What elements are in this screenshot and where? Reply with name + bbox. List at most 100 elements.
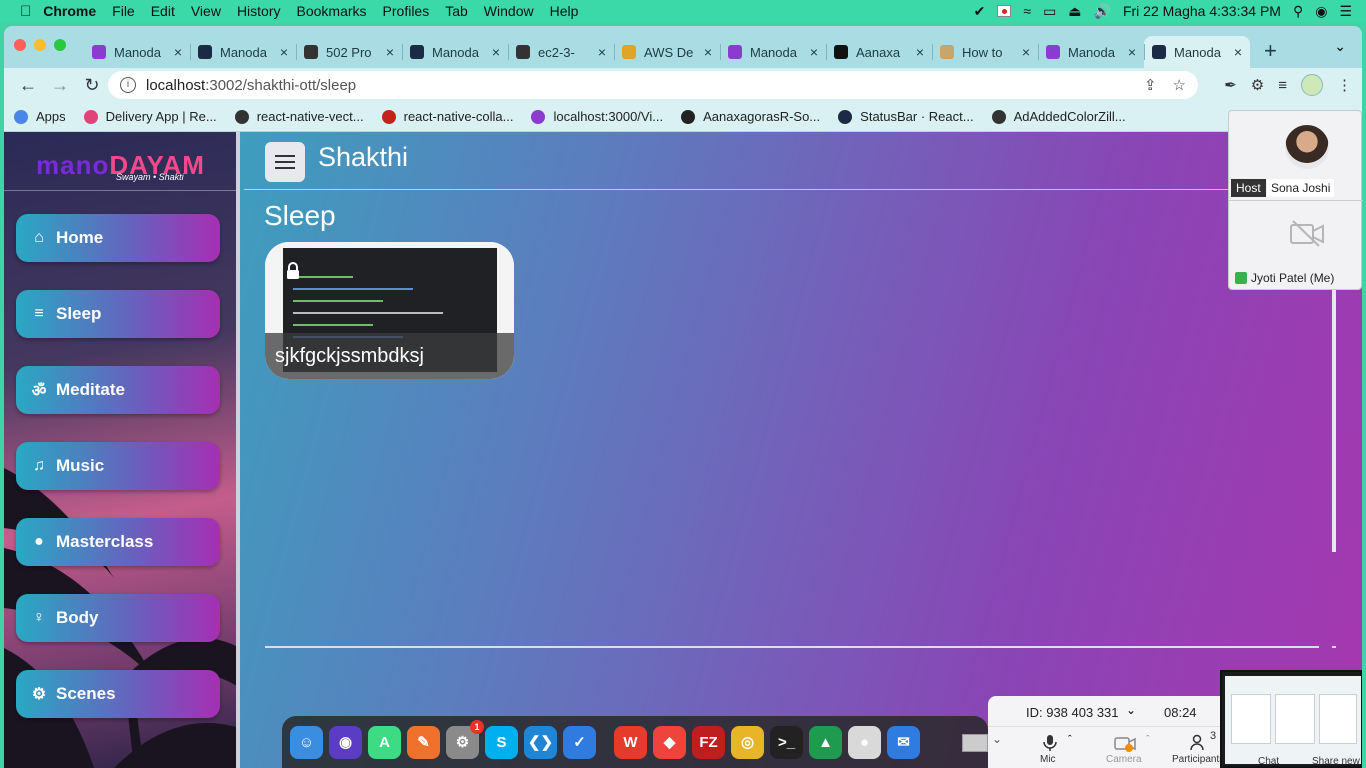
dock-vscode-icon[interactable]: ❮❯: [524, 725, 557, 759]
dock-skype-icon[interactable]: S: [485, 725, 518, 759]
menu-window[interactable]: Window: [484, 3, 534, 19]
dock-mongodb-icon[interactable]: ▲: [809, 725, 842, 759]
tab-close-icon[interactable]: ×: [1128, 44, 1136, 60]
tab-close-icon[interactable]: ×: [1022, 44, 1030, 60]
menu-tab[interactable]: Tab: [445, 3, 468, 19]
bookmark-7[interactable]: AdAddedColorZill...: [991, 109, 1126, 124]
bird-status-icon[interactable]: ✔: [974, 3, 986, 20]
dock-wps-office-icon[interactable]: W: [614, 725, 647, 759]
wifi-icon[interactable]: ≈: [1023, 3, 1031, 19]
dock-mail-app-icon[interactable]: ✓: [563, 725, 596, 759]
tab-close-icon[interactable]: ×: [280, 44, 288, 60]
forward-button[interactable]: →: [44, 75, 76, 96]
menu-help[interactable]: Help: [550, 3, 579, 19]
minimize-window-button[interactable]: [34, 39, 46, 51]
dock-chrome-icon[interactable]: ◎: [731, 725, 764, 759]
puzzle-extensions-icon[interactable]: ⚙: [1251, 76, 1264, 94]
kebab-menu-icon[interactable]: ⋮: [1337, 76, 1352, 94]
back-button[interactable]: ←: [12, 75, 44, 96]
siri-status-icon[interactable]: ◉: [1315, 3, 1327, 20]
dock-siri-icon[interactable]: ◉: [329, 725, 362, 759]
content-card[interactable]: sjkfgckjssmbdksj: [265, 242, 514, 379]
tab-3[interactable]: Manoda ×: [402, 36, 508, 68]
spotlight-search-icon[interactable]: ⚲: [1293, 3, 1303, 20]
flag-status-icon[interactable]: [997, 5, 1012, 17]
bookmark-3[interactable]: react-native-colla...: [381, 109, 513, 124]
volume-icon[interactable]: 🔊: [1094, 3, 1111, 20]
share-new-label[interactable]: Share new: [1312, 756, 1360, 767]
site-info-icon[interactable]: i: [120, 77, 136, 93]
screen-mirror-icon[interactable]: ▭: [1043, 3, 1056, 20]
dock-mail-send-icon[interactable]: ✉: [887, 725, 920, 759]
tab-6[interactable]: Manoda ×: [720, 36, 826, 68]
eject-icon[interactable]: ⏏: [1068, 3, 1081, 20]
host-video-tile[interactable]: Host Sona Joshi: [1229, 111, 1363, 201]
mic-icon[interactable]: [1042, 734, 1058, 752]
menubar-datetime[interactable]: Fri 22 Magha 4:33:34 PM: [1123, 3, 1281, 19]
dock-recorder-icon[interactable]: ●: [848, 725, 881, 759]
tab-close-icon[interactable]: ×: [598, 44, 606, 60]
hamburger-menu-button[interactable]: [265, 142, 305, 182]
tab-close-icon[interactable]: ×: [1234, 44, 1242, 60]
menu-edit[interactable]: Edit: [151, 3, 175, 19]
meeting-id[interactable]: ID: 938 403 331: [1026, 705, 1119, 720]
bookmark-2[interactable]: react-native-vect...: [234, 109, 364, 124]
collapse-chevron-icon[interactable]: ⌄: [992, 732, 1002, 746]
meeting-id-chevron-icon[interactable]: ⌄: [1126, 703, 1136, 717]
tab-9[interactable]: Manoda ×: [1038, 36, 1144, 68]
menu-profiles[interactable]: Profiles: [383, 3, 430, 19]
bookmark-5[interactable]: AanaxagorasR-So...: [681, 109, 820, 124]
tab-8[interactable]: How to ×: [932, 36, 1038, 68]
vertical-scrollbar[interactable]: [1332, 282, 1336, 552]
sidebar-item-home[interactable]: ⌂ Home: [16, 214, 220, 262]
dock-window-thumbnail[interactable]: [962, 734, 988, 752]
menu-bookmarks[interactable]: Bookmarks: [297, 3, 367, 19]
tab-search-chevron-icon[interactable]: ⌄: [1334, 38, 1346, 55]
new-tab-button[interactable]: +: [1264, 36, 1277, 68]
dock-anydesk-icon[interactable]: ◆: [653, 725, 686, 759]
tab-7[interactable]: Aanaxa ×: [826, 36, 932, 68]
reload-button[interactable]: ↻: [76, 75, 108, 96]
tab-10[interactable]: Manoda ×: [1144, 36, 1250, 68]
participants-icon[interactable]: [1190, 734, 1210, 752]
mic-options-chevron-icon[interactable]: ˆ: [1068, 734, 1072, 746]
camera-options-chevron-icon[interactable]: ˆ: [1146, 734, 1150, 746]
sidebar-item-sleep[interactable]: ≡ Sleep: [16, 290, 220, 338]
sidebar-item-body[interactable]: ♀ Body: [16, 594, 220, 642]
zoom-window-button[interactable]: [54, 39, 66, 51]
tab-close-icon[interactable]: ×: [704, 44, 712, 60]
dock-finder-icon[interactable]: ☺: [290, 725, 323, 759]
tab-close-icon[interactable]: ×: [174, 44, 182, 60]
menu-history[interactable]: History: [237, 3, 281, 19]
bookmark-4[interactable]: localhost:3000/Vi...: [531, 109, 663, 124]
profile-avatar[interactable]: [1301, 74, 1323, 96]
dock-pencil-app-icon[interactable]: ✎: [407, 725, 440, 759]
address-bar[interactable]: i localhost:3002/shakthi-ott/sleep ⇪ ☆: [108, 71, 1198, 99]
sidebar-item-music[interactable]: ♫ Music: [16, 442, 220, 490]
dock-system-preferences-icon[interactable]: ⚙ 1: [446, 719, 484, 759]
screen-share-thumbnail[interactable]: [1220, 670, 1362, 768]
tab-5[interactable]: AWS De ×: [614, 36, 720, 68]
participants-label[interactable]: Participants: [1172, 754, 1224, 765]
dock-filezilla-icon[interactable]: FZ: [692, 725, 725, 759]
dock-terminal-icon[interactable]: >_: [770, 725, 803, 759]
menu-file[interactable]: File: [112, 3, 135, 19]
bookmark-1[interactable]: Delivery App | Re...: [83, 109, 217, 124]
dock-android-studio-icon[interactable]: A: [368, 725, 401, 759]
tab-1[interactable]: Manoda ×: [190, 36, 296, 68]
tab-close-icon[interactable]: ×: [492, 44, 500, 60]
control-center-icon[interactable]: ☰: [1339, 3, 1352, 20]
reading-list-icon[interactable]: ≡: [1278, 77, 1287, 94]
bookmark-0[interactable]: Apps: [14, 109, 66, 124]
apple-menu-icon[interactable]: : [20, 3, 31, 20]
menu-app-name[interactable]: Chrome: [43, 3, 96, 19]
camera-label[interactable]: Camera: [1106, 754, 1142, 765]
menu-view[interactable]: View: [191, 3, 221, 19]
chat-label[interactable]: Chat: [1258, 756, 1279, 767]
share-icon[interactable]: ⇪: [1144, 76, 1157, 94]
tab-0[interactable]: Manoda ×: [84, 36, 190, 68]
sidebar-item-scenes[interactable]: ⚙ Scenes: [16, 670, 220, 718]
close-window-button[interactable]: [14, 39, 26, 51]
camera-icon[interactable]: [1114, 734, 1136, 752]
eyedropper-extension-icon[interactable]: ✒: [1224, 76, 1237, 94]
